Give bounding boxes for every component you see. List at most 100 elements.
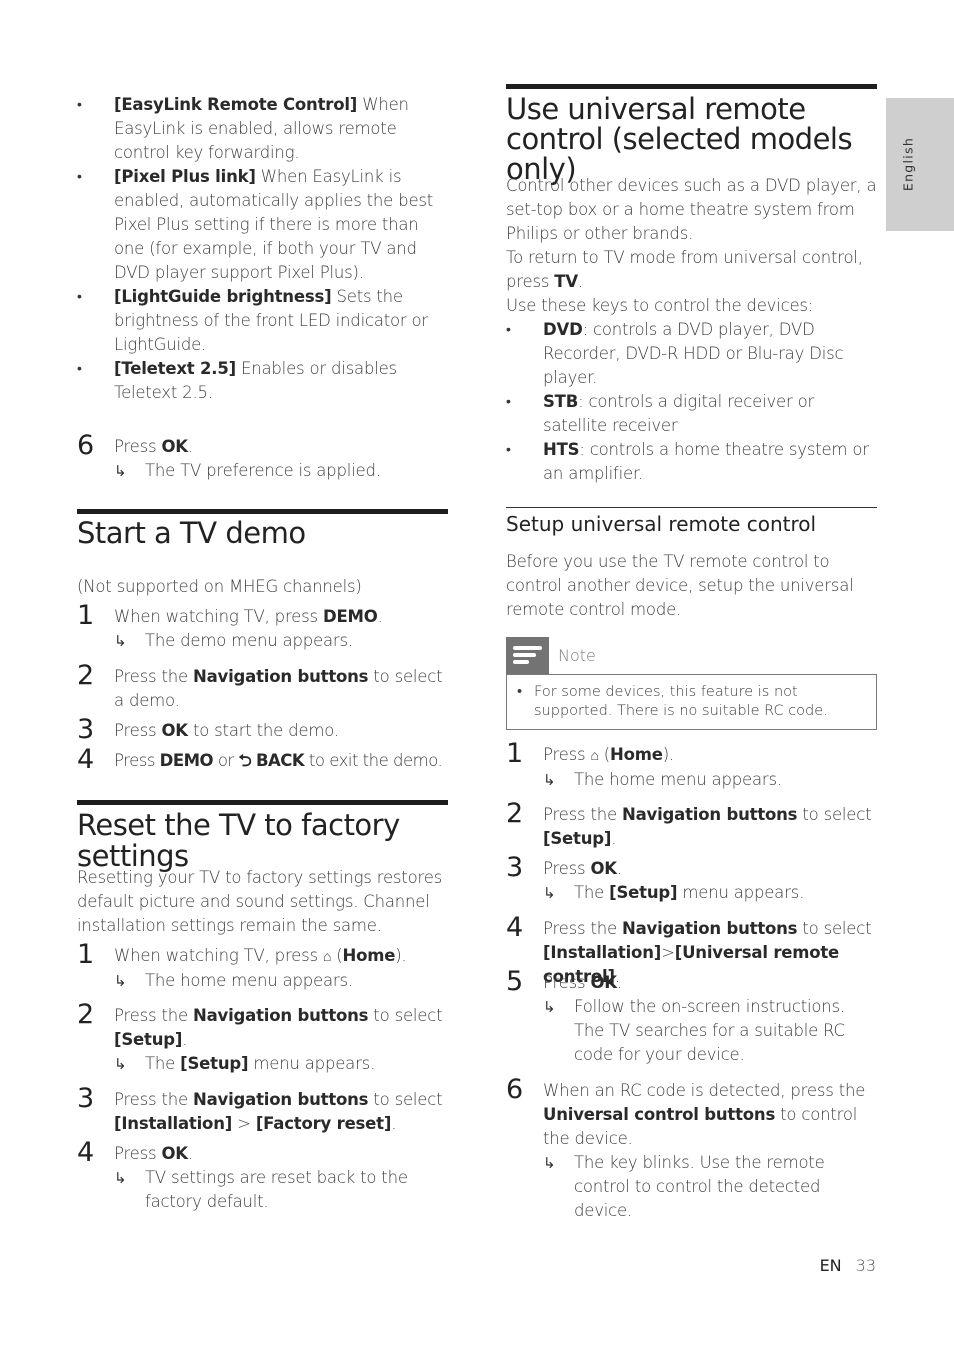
step-number: 2	[77, 999, 94, 1030]
step-number: 2	[506, 798, 523, 829]
result-arrow-icon: ↳	[543, 998, 556, 1016]
section-title-demo: Start a TV demo	[77, 516, 306, 550]
result-text: The	[145, 1054, 181, 1073]
step-text: Press	[114, 1144, 162, 1163]
result-arrow-icon: ↳	[114, 1055, 127, 1073]
step-text: >	[232, 1114, 256, 1133]
step-text: to select	[368, 1006, 443, 1025]
back-icon: ⮌	[238, 751, 252, 770]
key-label: Home	[342, 946, 396, 965]
result-arrow-icon: ↳	[543, 1154, 556, 1172]
step-text: .	[377, 607, 383, 626]
step-result: ↳ The [Setup] menu appears.	[114, 1052, 448, 1076]
setup-step-3: 3 Press OK. ↳ The [Setup] menu appears.	[506, 853, 877, 905]
result-text: The	[574, 883, 610, 902]
step-text: Press the	[543, 919, 622, 938]
key-label: [Factory reset]	[255, 1114, 392, 1133]
key-label: [Installation]	[114, 1114, 233, 1133]
demo-step-1: 1 When watching TV, press DEMO. ↳ The dem…	[77, 601, 448, 653]
step-text: ).	[662, 745, 675, 764]
step-text: .	[182, 1030, 188, 1049]
step-number: 3	[506, 852, 523, 883]
bullet-desc: : controls a DVD player, DVD Recorder, D…	[543, 320, 844, 387]
list-item: HTS: controls a home theatre system or a…	[506, 438, 877, 486]
step-number: 4	[77, 1137, 94, 1168]
step-result: ↳ Follow the on-screen instructions. The …	[543, 995, 877, 1067]
key-label: Navigation buttons	[622, 805, 798, 824]
key-label: BACK	[255, 751, 305, 770]
key-label: [Setup]	[180, 1054, 249, 1073]
device-keys-list: DVD: controls a DVD player, DVD Recorder…	[506, 318, 877, 486]
step-text: ).	[395, 946, 407, 965]
settings-bullet-list: [EasyLink Remote Control] When EasyLink …	[77, 93, 448, 405]
key-label: OK	[590, 859, 617, 878]
key-label: DEMO	[322, 607, 378, 626]
list-item: [Teletext 2.5] Enables or disables Telet…	[77, 357, 448, 405]
step-number: 5	[506, 966, 523, 997]
bullet-term: [EasyLink Remote Control]	[114, 95, 358, 114]
page-footer: EN 33	[820, 1256, 876, 1275]
note-text: For some devices, this feature is not su…	[515, 683, 868, 721]
paragraph-text: .	[577, 272, 583, 291]
key-label: [Installation]	[543, 943, 662, 962]
key-label: Navigation buttons	[193, 1090, 369, 1109]
step-text: Press	[543, 859, 591, 878]
step-text: When an RC code is detected, press the	[543, 1081, 866, 1100]
setup-step-2: 2 Press the Navigation buttons to select…	[506, 799, 877, 851]
key-label: Navigation buttons	[193, 667, 369, 686]
step-text: to exit the demo.	[304, 751, 443, 770]
step-6: 6 Press OK. ↳ The TV preference is applie…	[77, 431, 448, 483]
setup-step-5: 5 Press OK. ↳ Follow the on-screen instru…	[506, 967, 877, 1067]
step-text: >	[661, 943, 675, 962]
bullet-term: [LightGuide brightness]	[114, 287, 332, 306]
page-number: 33	[855, 1256, 876, 1275]
setup-intro: Before you use the TV remote control to …	[506, 552, 854, 619]
result-arrow-icon: ↳	[543, 884, 556, 902]
setup-step-1: 1 Press ⌂ (Home). ↳ The home menu appears…	[506, 739, 877, 792]
footer-language: EN	[819, 1256, 842, 1275]
step-number: 4	[77, 744, 94, 775]
result-arrow-icon: ↳	[114, 632, 127, 650]
result-text: menu appears.	[248, 1054, 376, 1073]
reset-step-2: 2 Press the Navigation buttons to select…	[77, 1000, 448, 1076]
step-text: Press the	[114, 1090, 193, 1109]
list-item: [Pixel Plus link] When EasyLink is enabl…	[77, 165, 448, 285]
result-text: The home menu appears.	[574, 770, 782, 789]
result-text: Follow the on-screen instructions. The T…	[574, 997, 845, 1064]
key-label: Home	[610, 745, 663, 764]
step-text: .	[611, 829, 617, 848]
step-text: to select	[797, 919, 872, 938]
step-text: (	[331, 946, 343, 965]
demo-step-4: 4 Press DEMO or ⮌ BACK to exit the demo.	[77, 745, 448, 775]
step-text: .	[187, 437, 193, 456]
key-label: OK	[590, 973, 617, 992]
step-result: ↳ The TV preference is applied.	[114, 459, 448, 483]
key-label: TV	[554, 272, 578, 291]
result-arrow-icon: ↳	[543, 771, 556, 789]
step-result: ↳ The [Setup] menu appears.	[543, 881, 877, 905]
step-text: Press the	[114, 1006, 193, 1025]
key-label: STB	[543, 392, 579, 411]
step-result: ↳ The key blinks. Use the remote control …	[543, 1151, 877, 1223]
result-text: The home menu appears.	[145, 971, 353, 990]
step-text: When watching TV, press	[114, 946, 323, 965]
result-text: TV settings are reset back to the factor…	[145, 1168, 408, 1211]
step-result: ↳ TV settings are reset back to the facto…	[114, 1166, 448, 1214]
demo-step-3: 3 Press OK to start the demo.	[77, 715, 448, 745]
key-label: HTS	[543, 440, 580, 459]
step-text: When watching TV, press	[114, 607, 323, 626]
key-label: OK	[161, 1144, 188, 1163]
section-title-reset: Reset the TV to factory settings	[77, 808, 400, 873]
result-text: The key blinks. Use the remote control t…	[574, 1153, 825, 1220]
key-label: [Setup]	[609, 883, 678, 902]
step-text: Press	[543, 973, 591, 992]
list-item: DVD: controls a DVD player, DVD Recorder…	[506, 318, 877, 390]
result-text: menu appears.	[677, 883, 805, 902]
bullet-term: [Teletext 2.5]	[114, 359, 236, 378]
list-item: [EasyLink Remote Control] When EasyLink …	[77, 93, 448, 165]
step-text: (	[598, 745, 611, 764]
key-label: Universal control buttons	[543, 1105, 776, 1124]
section-rule	[77, 800, 448, 805]
step-text: .	[616, 859, 622, 878]
result-arrow-icon: ↳	[114, 1169, 127, 1187]
